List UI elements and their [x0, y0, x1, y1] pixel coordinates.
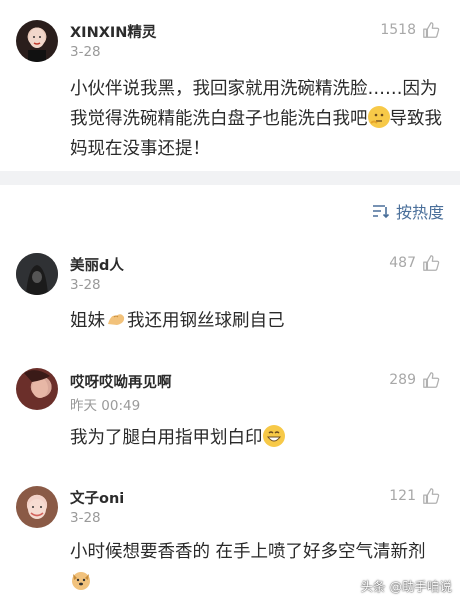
- avatar-portrait-icon: [28, 499, 46, 519]
- flexed-arm-emoji-icon: [105, 308, 127, 330]
- list-item: 哎呀哎呦再见啊 昨天 00:49 289 我为了腿白用指甲划白印: [0, 352, 460, 474]
- like-button[interactable]: 289: [389, 371, 440, 389]
- section-divider: [0, 171, 460, 185]
- avatar[interactable]: [16, 486, 58, 528]
- like-count: 121: [389, 488, 416, 504]
- like-count: 1518: [380, 22, 416, 38]
- avatar-hooded-icon: [16, 253, 58, 295]
- sort-button[interactable]: 按热度: [372, 199, 444, 223]
- watermark: 头条 @助手咱说: [360, 579, 452, 594]
- commenter-name[interactable]: 哎呀哎呦再见啊: [70, 371, 172, 392]
- grinning-face-emoji-icon: [262, 425, 285, 447]
- thumbs-up-icon: [423, 488, 440, 504]
- commenter-name[interactable]: 美丽d人: [70, 254, 124, 275]
- comment-text-main: 我为了腿白用指甲划白印: [70, 428, 263, 448]
- commenter-name[interactable]: 文子oni: [70, 487, 124, 508]
- comment-text-main: 姐妹: [70, 311, 105, 331]
- like-count: 289: [389, 372, 416, 388]
- top-comment: XINXIN精灵 3-28 1518 小伙伴说我黑，我回家就用洗碗精洗脸……因为…: [0, 0, 460, 171]
- commenter-name[interactable]: XINXIN精灵: [70, 21, 156, 42]
- like-button[interactable]: 1518: [380, 21, 440, 39]
- like-button[interactable]: 121: [389, 487, 440, 505]
- avatar[interactable]: [16, 253, 58, 295]
- like-button[interactable]: 487: [389, 254, 440, 272]
- comment-date: 昨天 00:49: [70, 398, 141, 414]
- avatar-portrait-icon: [28, 28, 46, 62]
- sort-label: 按热度: [395, 203, 444, 222]
- list-item: 美丽d人 3-28 487 姐妹 我还用钢丝球刷自己: [0, 235, 460, 352]
- thinking-face-emoji-icon: [367, 106, 390, 128]
- like-count: 487: [389, 255, 416, 271]
- comment-text: 姐妹 我还用钢丝球刷自己: [70, 306, 446, 336]
- thumbs-up-icon: [423, 255, 440, 271]
- thumbs-up-icon: [423, 22, 440, 38]
- comment-date: 3-28: [70, 277, 101, 293]
- comment-text: 小伙伴说我黑，我回家就用洗碗精洗脸……因为我觉得洗碗精能洗白盘子也能洗白我吧 导致…: [70, 74, 446, 164]
- avatar[interactable]: [16, 368, 58, 410]
- dog-face-emoji-icon: [70, 569, 92, 591]
- sort-lines-icon: [372, 205, 390, 219]
- comment-text-tail: 我还用钢丝球刷自己: [127, 311, 285, 331]
- avatar-portrait-icon: [24, 370, 50, 398]
- avatar[interactable]: [16, 20, 58, 62]
- sort-row: 按热度: [0, 185, 460, 235]
- comment-date: 3-28: [70, 44, 101, 60]
- comment-text-main: 小时候想要香香的 在手上喷了好多空气清新剂: [70, 542, 426, 562]
- comment-date: 3-28: [70, 510, 101, 526]
- comment-text: 我为了腿白用指甲划白印: [70, 423, 446, 453]
- thumbs-up-icon: [423, 372, 440, 388]
